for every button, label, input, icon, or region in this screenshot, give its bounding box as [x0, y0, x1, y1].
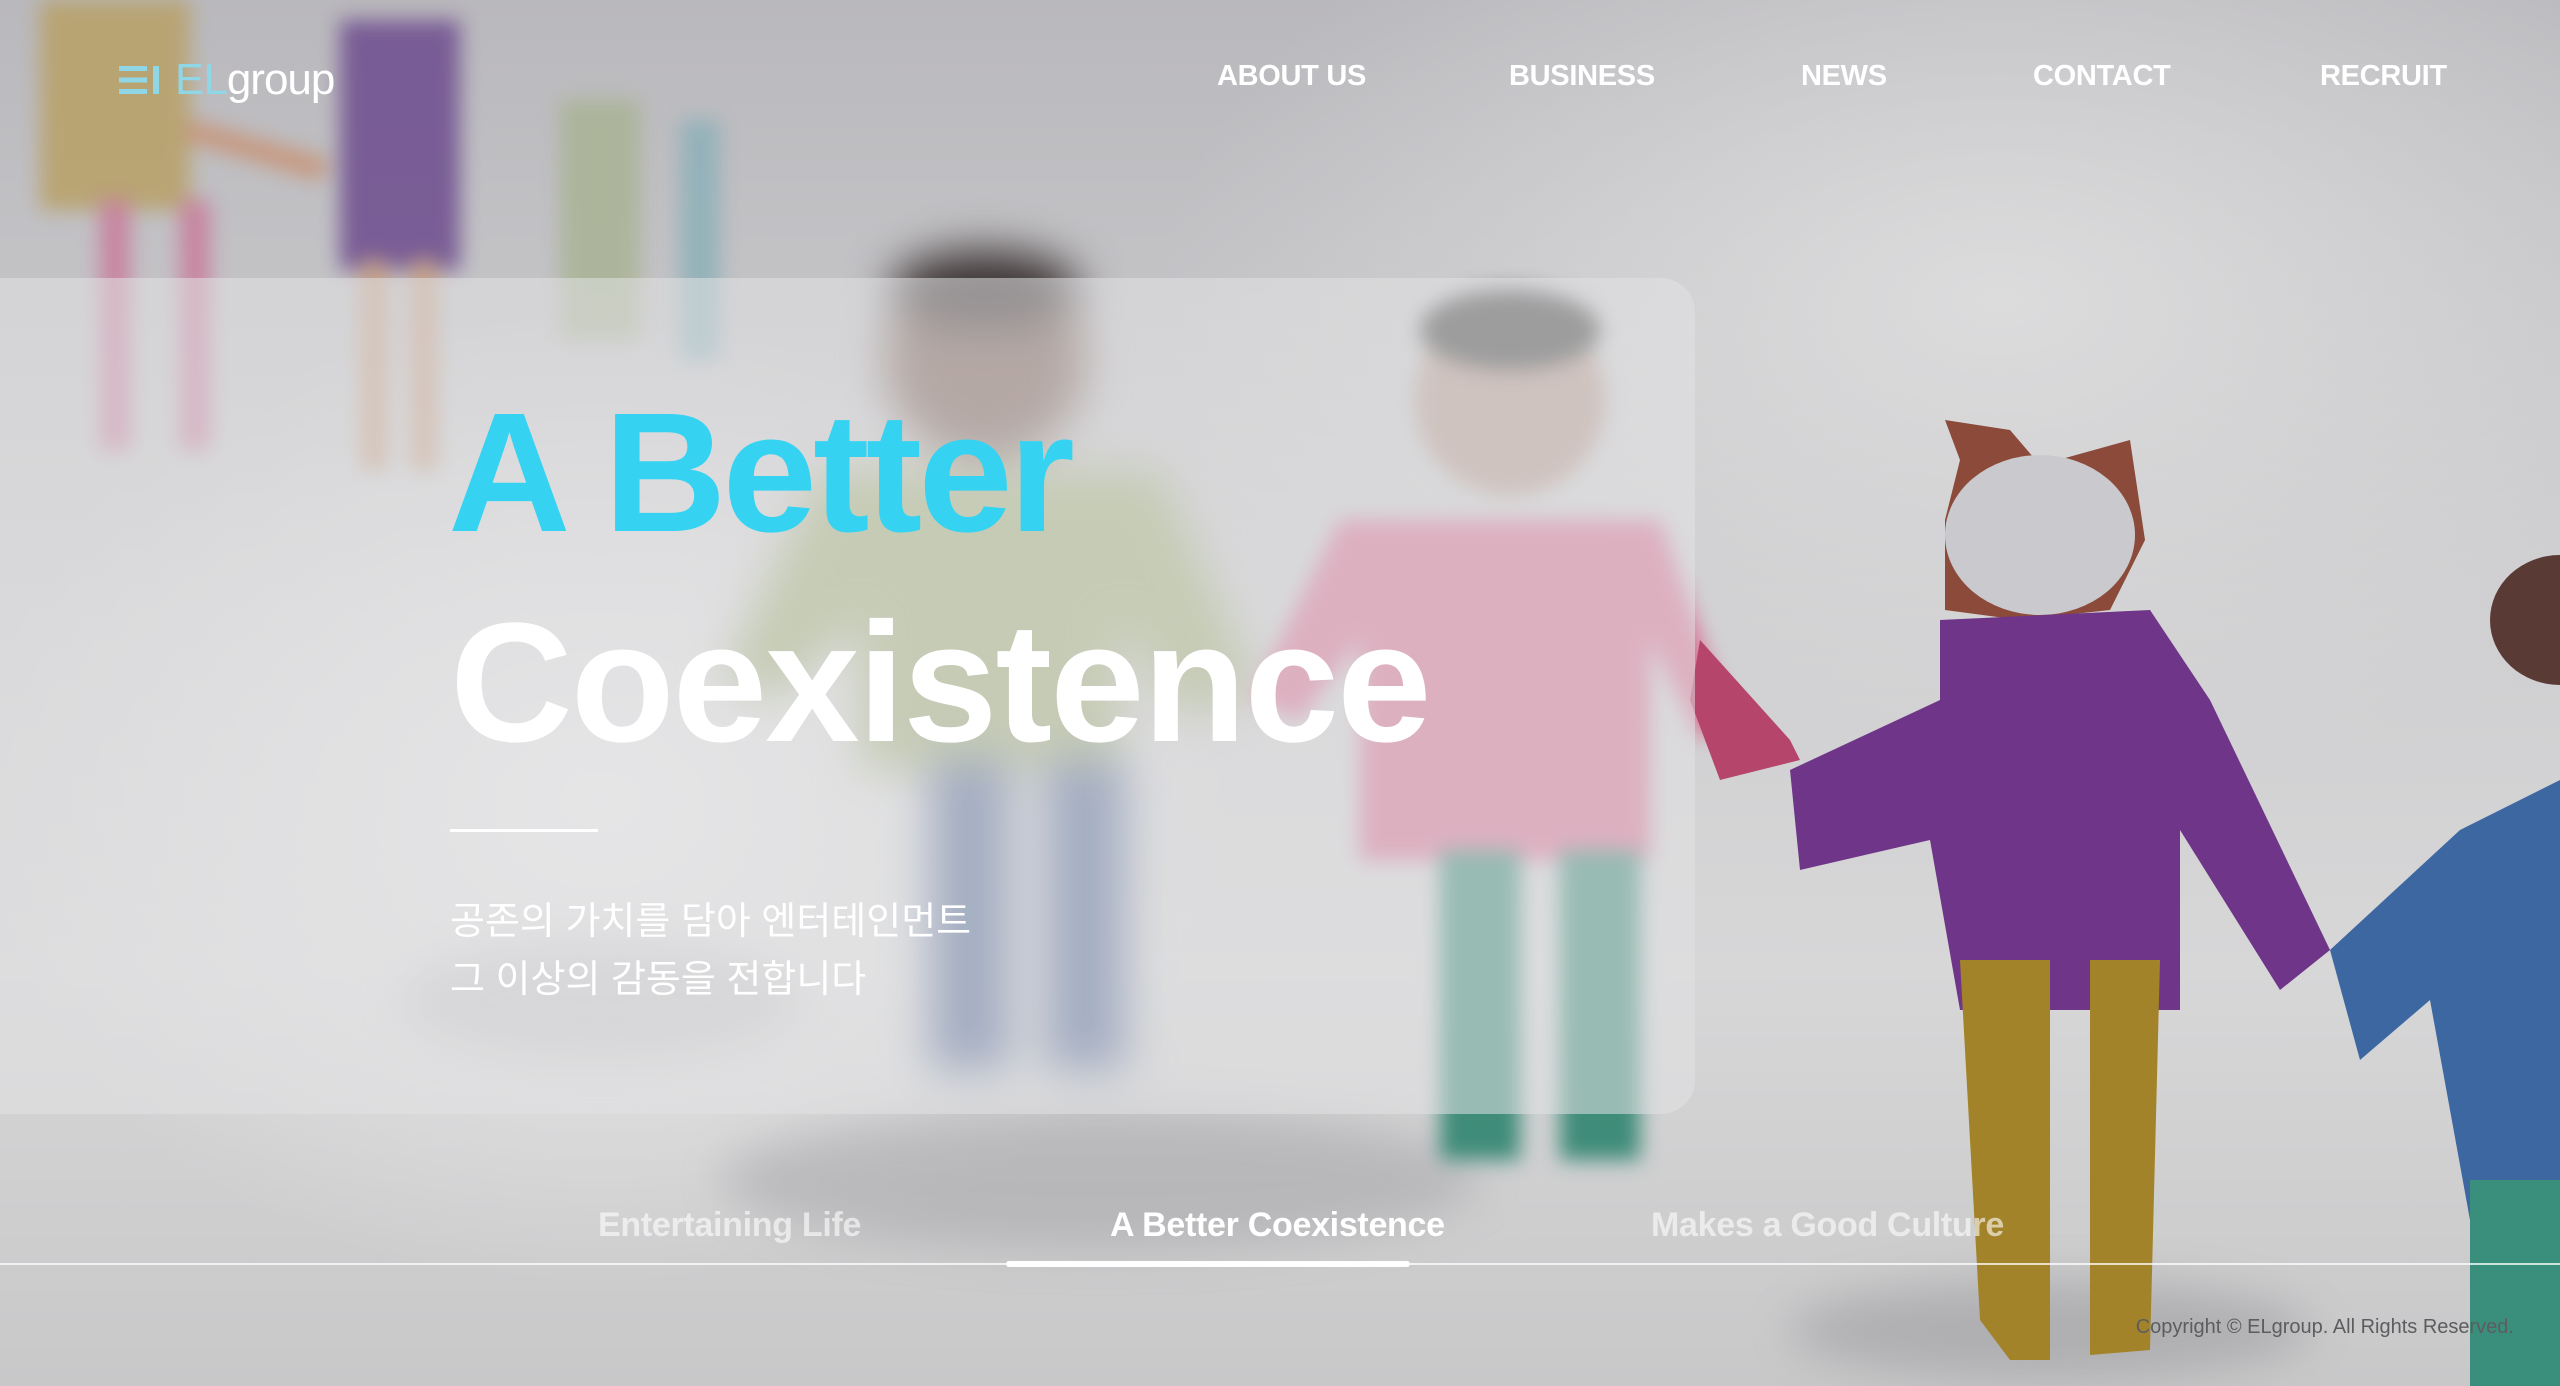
hero-subtitle-line1: 공존의 가치를 담아 엔터테인먼트	[450, 901, 972, 943]
tab-entertaining-life[interactable]: Entertaining Life	[598, 1206, 861, 1245]
tab-a-better-coexistence[interactable]: A Better Coexistence	[1110, 1206, 1445, 1245]
nav-item-contact[interactable]: CONTACT	[2033, 60, 2171, 93]
hero-title-line2: Coexistence	[450, 588, 1432, 778]
copyright: Copyright © ELgroup. All Rights Reserved…	[2135, 1316, 2514, 1338]
hero-divider	[450, 829, 598, 832]
active-tab-indicator	[1006, 1261, 1410, 1267]
nav-item-about-us[interactable]: ABOUT US	[1217, 60, 1366, 93]
nav-item-recruit[interactable]: RECRUIT	[2320, 60, 2447, 93]
slide-tabs: Entertaining Life A Better Coexistence M…	[0, 1190, 2560, 1270]
hero-subtitle: 공존의 가치를 담아 엔터테인먼트 그 이상의 감동을 전합니다	[450, 893, 971, 1009]
main-nav: ABOUT US BUSINESS NEWS CONTACT RECRUIT	[0, 60, 2560, 100]
nav-item-business[interactable]: BUSINESS	[1509, 60, 1655, 93]
nav-item-news[interactable]: NEWS	[1801, 60, 1887, 93]
tab-makes-a-good-culture[interactable]: Makes a Good Culture	[1651, 1206, 2004, 1245]
hero-title-line1: A Better	[448, 378, 1075, 568]
hero-subtitle-line2: 그 이상의 감동을 전합니다	[450, 959, 867, 1001]
